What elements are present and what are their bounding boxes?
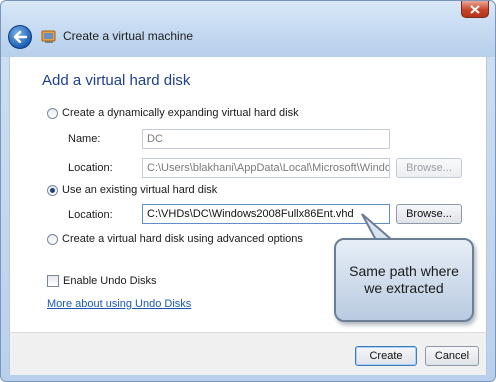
cancel-button[interactable]: Cancel — [425, 346, 479, 366]
create-button[interactable]: Create — [355, 346, 417, 366]
existing-browse-button[interactable]: Browse... — [396, 204, 462, 224]
existing-location-field[interactable]: C:\VHDs\DC\Windows2008Fullx86Ent.vhd — [142, 204, 390, 224]
dynamic-location-field[interactable]: C:\Users\blakhani\AppData\Local\Microsof… — [142, 158, 390, 178]
callout-annotation: Same path where we extracted — [334, 238, 474, 322]
radio-advanced-options[interactable] — [47, 234, 58, 245]
radio-existing-disk[interactable] — [47, 185, 58, 196]
close-icon — [470, 4, 480, 14]
undo-disks-label[interactable]: Enable Undo Disks — [63, 275, 157, 287]
dynamic-browse-button[interactable]: Browse... — [396, 158, 462, 178]
window-title: Create a virtual machine — [63, 29, 194, 43]
name-field[interactable]: DC — [142, 129, 390, 149]
undo-disks-help-link[interactable]: More about using Undo Disks — [47, 298, 191, 310]
title-bar: Create a virtual machine — [1, 1, 495, 57]
page-title: Add a virtual hard disk — [42, 72, 191, 89]
virtual-machine-icon — [41, 30, 56, 43]
radio-existing-disk-label[interactable]: Use an existing virtual hard disk — [62, 184, 217, 196]
radio-dynamic-disk-label[interactable]: Create a dynamically expanding virtual h… — [62, 107, 299, 119]
callout-line-1: Same path where — [349, 263, 459, 279]
radio-dynamic-disk[interactable] — [47, 108, 58, 119]
dialog-window: Create a virtual machine Add a virtual h… — [0, 0, 496, 382]
back-arrow-icon — [13, 31, 27, 43]
close-button[interactable] — [461, 1, 489, 18]
undo-disks-checkbox[interactable] — [47, 275, 59, 287]
dialog-footer: Create Cancel — [9, 332, 487, 375]
radio-advanced-options-label[interactable]: Create a virtual hard disk using advance… — [62, 233, 303, 245]
callout-line-2: we extracted — [364, 280, 444, 296]
dynamic-location-label: Location: — [68, 162, 113, 174]
existing-location-label: Location: — [68, 209, 113, 221]
back-button[interactable] — [8, 25, 32, 49]
name-label: Name: — [68, 133, 101, 145]
